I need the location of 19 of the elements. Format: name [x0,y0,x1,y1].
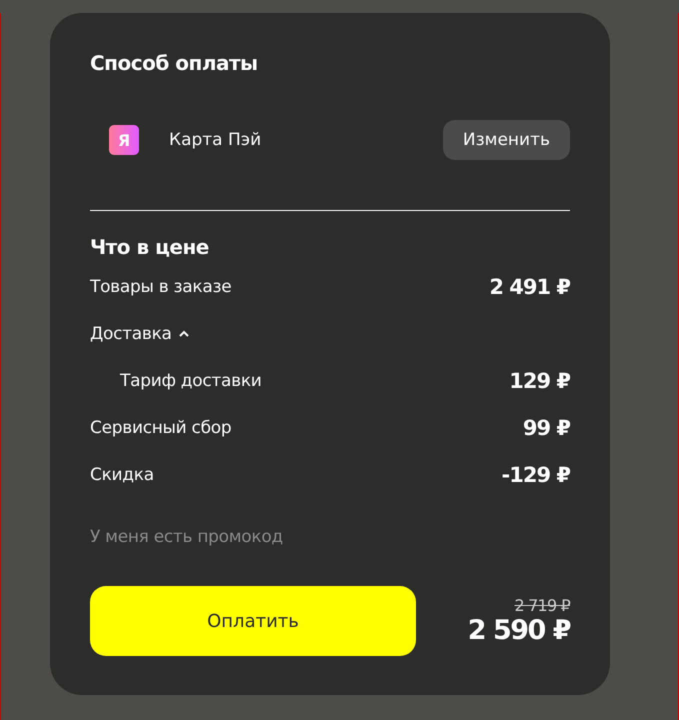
price-label: Скидка [90,464,154,484]
card-logo-icon: Я [109,125,139,155]
price-label: Сервисный сбор [90,418,232,438]
chevron-icon [178,330,190,338]
payment-method: Карта Пэй [169,130,262,150]
price-label: Товары в заказе [90,276,232,296]
price-value: -129 ₽ [502,462,570,486]
change-button[interactable]: Изменить [442,120,570,160]
price-value: 99 ₽ [522,416,570,440]
price-value: 129 ₽ [509,368,570,392]
section-title: Что в цене [90,235,210,259]
promo-link[interactable]: У меня есть промокод [90,527,283,547]
delivery-toggle[interactable]: Доставка [90,324,190,344]
section-title: Способ оплаты [90,51,259,75]
price-value: 2 491 ₽ [489,274,570,298]
price-label: Тариф доставки [120,370,262,390]
pay-button[interactable]: Оплатить [90,586,416,656]
old-total: 2 719 ₽ [514,596,570,615]
total-price: 2 590 ₽ [468,615,570,646]
